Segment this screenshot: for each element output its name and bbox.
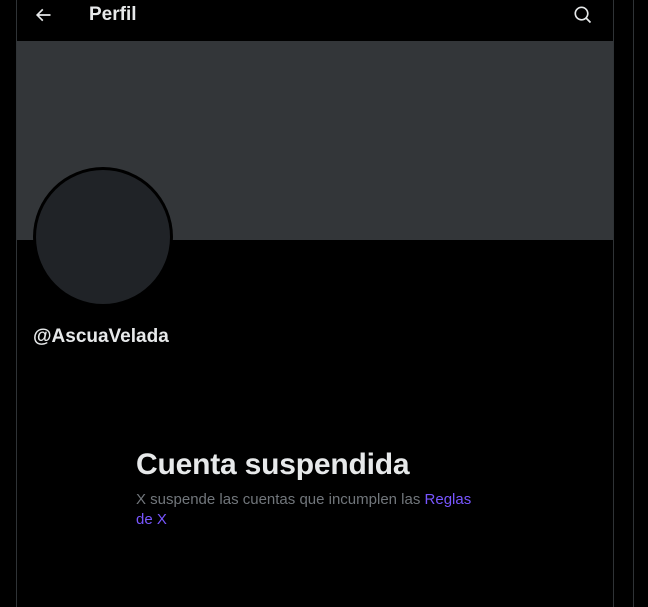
profile-header: Perfil [17, 0, 613, 32]
avatar-placeholder [36, 170, 170, 304]
profile-handle: @AscuaVelada [33, 326, 169, 347]
profile-column: Perfil @AscuaVelada Cuenta suspendida X … [16, 0, 614, 607]
notice-title: Cuenta suspendida [136, 448, 410, 481]
search-button[interactable] [571, 3, 595, 27]
right-rail [615, 0, 648, 607]
arrow-left-icon [33, 5, 53, 25]
notice-body-text: X suspende las cuentas que incumplen las [136, 491, 425, 508]
avatar[interactable] [33, 167, 173, 307]
notice-body: X suspende las cuentas que incumplen las… [136, 490, 481, 530]
app-viewport: Perfil @AscuaVelada Cuenta suspendida X … [0, 0, 648, 607]
search-icon [573, 5, 593, 25]
suspension-notice: Cuenta suspendida X suspende las cuentas… [136, 446, 496, 530]
left-gutter [0, 0, 16, 607]
back-button[interactable] [31, 1, 55, 29]
page-title: Perfil [89, 4, 137, 25]
right-rail-divider [633, 0, 634, 607]
